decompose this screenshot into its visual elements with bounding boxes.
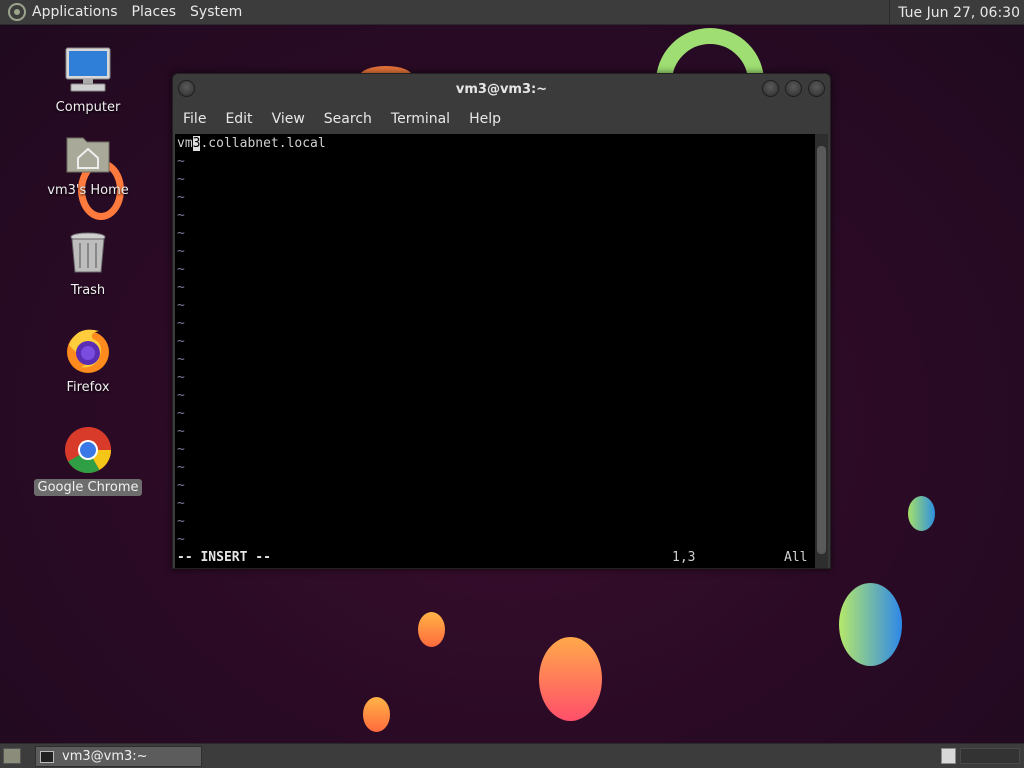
computer-icon [63, 45, 113, 95]
empty-line-tilde: ~ [177, 532, 185, 547]
wallpaper-blob-orange-small [418, 612, 445, 647]
empty-line-tilde: ~ [177, 190, 185, 205]
empty-line-tilde: ~ [177, 352, 185, 367]
terminal-menubar: File Edit View Search Terminal Help [173, 104, 830, 133]
panel-clock[interactable]: Tue Jun 27, 06:30 [889, 0, 1020, 25]
empty-line-tilde: ~ [177, 334, 185, 349]
desktop-icon-home[interactable]: vm3's Home [33, 128, 143, 199]
empty-line-tilde: ~ [177, 262, 185, 277]
menu-view[interactable]: View [272, 111, 305, 127]
wallpaper-blob-blue-small [908, 496, 935, 531]
show-desktop-icon[interactable] [3, 748, 21, 764]
wallpaper-blob-orange-bottom [363, 697, 390, 732]
empty-line-tilde: ~ [177, 280, 185, 295]
vim-mode-indicator: -- INSERT -- [177, 550, 271, 565]
bottom-panel: vm3@vm3:~ [0, 743, 1024, 768]
empty-line-tilde: ~ [177, 298, 185, 313]
desktop-icon-label: Firefox [66, 380, 110, 395]
wallpaper-blob-orange-large [539, 637, 602, 721]
firefox-icon [63, 325, 113, 375]
desktop-icon-label: Trash [70, 283, 106, 298]
empty-line-tilde: ~ [177, 514, 185, 529]
desktop-icon-label: Computer [55, 100, 121, 115]
menu-search[interactable]: Search [324, 111, 372, 127]
trash-icon [63, 228, 113, 278]
scroll-position: All [784, 550, 808, 565]
menu-system[interactable]: System [190, 4, 242, 20]
empty-line-tilde: ~ [177, 496, 185, 511]
taskbar-button-label: vm3@vm3:~ [62, 749, 148, 764]
workspace-2[interactable] [960, 748, 1020, 764]
empty-line-tilde: ~ [177, 388, 185, 403]
distro-logo-icon[interactable] [8, 3, 26, 21]
empty-line-tilde: ~ [177, 478, 185, 493]
maximize-button[interactable] [785, 80, 802, 97]
empty-line-tilde: ~ [177, 370, 185, 385]
empty-line-tilde: ~ [177, 172, 185, 187]
wallpaper-blob-blue-large [839, 583, 902, 666]
desktop-icon-label: vm3's Home [47, 183, 129, 198]
terminal-scrollbar[interactable] [815, 134, 828, 568]
terminal-icon [40, 750, 54, 763]
empty-line-tilde: ~ [177, 442, 185, 457]
empty-line-tilde: ~ [177, 406, 185, 421]
window-menu-button[interactable] [178, 80, 195, 97]
empty-line-tilde: ~ [177, 208, 185, 223]
minimize-button[interactable] [762, 80, 779, 97]
terminal-screen[interactable]: vm3.collabnet.local ~ ~ ~ ~ ~ ~ ~ ~ ~ ~ ~ ~ ~ ~ ~ ~ ~ ~ ~ ~… [175, 134, 817, 568]
desktop-icon-firefox[interactable]: Firefox [33, 325, 143, 396]
window-title: vm3@vm3:~ [455, 81, 548, 97]
empty-line-tilde: ~ [177, 460, 185, 475]
home-folder-icon [63, 128, 113, 178]
workspace-1[interactable] [941, 748, 956, 764]
menu-terminal[interactable]: Terminal [391, 111, 450, 127]
top-panel: Applications Places System Tue Jun 27, 0… [0, 0, 1024, 25]
desktop-icon-chrome[interactable]: Google Chrome [33, 425, 143, 496]
empty-line-tilde: ~ [177, 316, 185, 331]
terminal-window[interactable]: vm3@vm3:~ File Edit View Search Terminal… [172, 73, 831, 569]
menu-help[interactable]: Help [469, 111, 501, 127]
desktop-icon-computer[interactable]: Computer [33, 45, 143, 116]
desktop-icon-trash[interactable]: Trash [33, 228, 143, 299]
scrollbar-thumb[interactable] [817, 146, 826, 554]
taskbar-terminal-button[interactable]: vm3@vm3:~ [35, 746, 202, 767]
menu-places[interactable]: Places [132, 4, 177, 20]
window-titlebar[interactable]: vm3@vm3:~ [173, 74, 830, 104]
editor-line-1: vm3.collabnet.local [177, 136, 326, 151]
empty-line-tilde: ~ [177, 244, 185, 259]
menu-edit[interactable]: Edit [225, 111, 252, 127]
close-button[interactable] [808, 80, 825, 97]
empty-line-tilde: ~ [177, 226, 185, 241]
cursor-position: 1,3 [672, 550, 696, 565]
chrome-icon [63, 425, 113, 475]
empty-line-tilde: ~ [177, 154, 185, 169]
empty-line-tilde: ~ [177, 424, 185, 439]
menu-file[interactable]: File [183, 111, 206, 127]
menu-applications[interactable]: Applications [32, 4, 118, 20]
desktop-icon-label: Google Chrome [33, 479, 143, 496]
